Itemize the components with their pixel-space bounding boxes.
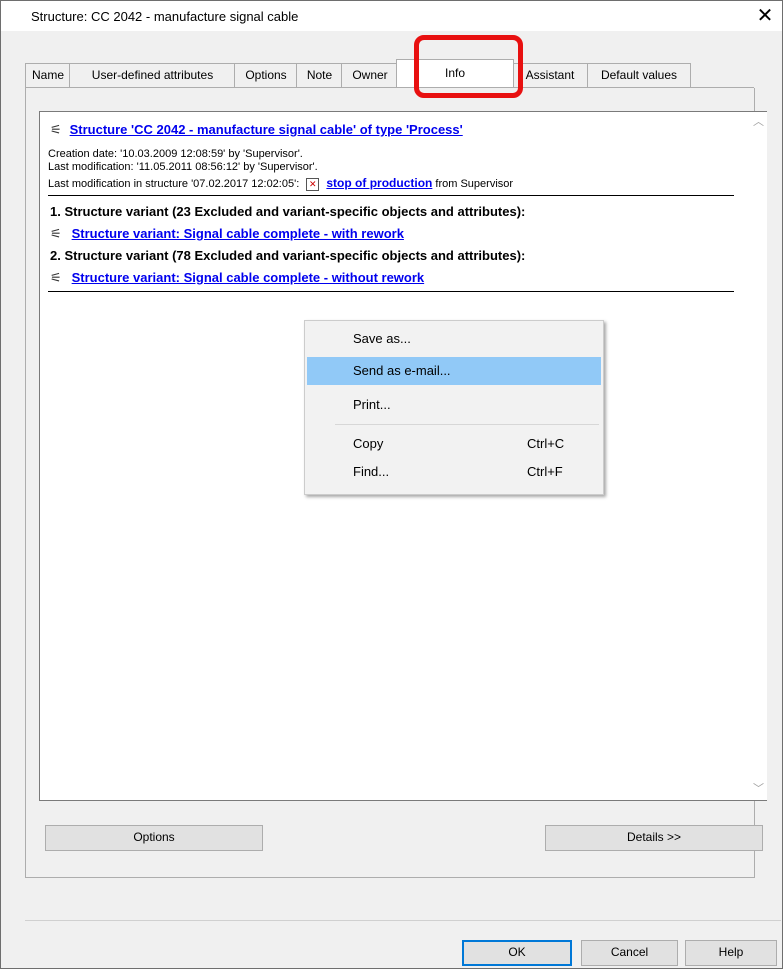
- options-button[interactable]: Options: [45, 825, 263, 851]
- menu-item-print[interactable]: Print...: [307, 391, 601, 419]
- variant1-heading: 1. Structure variant (23 Excluded and va…: [50, 204, 526, 219]
- creation-date-text: Creation date: '10.03.2009 12:08:59' by …: [48, 148, 303, 160]
- footer-separator: [25, 920, 781, 921]
- context-menu: Save as... Send as e-mail... Print... Co…: [304, 320, 604, 495]
- last-modification-structure-line: Last modification in structure '07.02.20…: [48, 176, 513, 191]
- ok-button[interactable]: OK: [462, 940, 572, 966]
- title-bar: Structure: CC 2042 - manufacture signal …: [1, 1, 782, 31]
- tab-options[interactable]: Options: [234, 63, 298, 87]
- last-modification-structure-suffix: from Supervisor: [432, 178, 514, 190]
- variant1-line: ⚟ Structure variant: Signal cable comple…: [50, 226, 404, 242]
- tab-note[interactable]: Note: [296, 63, 343, 87]
- variant2-heading: 2. Structure variant (78 Excluded and va…: [50, 248, 526, 263]
- tab-assistant[interactable]: Assistant: [511, 63, 589, 87]
- help-button[interactable]: Help: [685, 940, 777, 966]
- vertical-scrollbar[interactable]: ︿ ﹀: [750, 112, 767, 800]
- tab-name[interactable]: Name: [25, 63, 71, 87]
- menu-item-label: Save as...: [353, 331, 411, 346]
- variant-icon: ⚟: [50, 270, 62, 285]
- menu-item-copy[interactable]: Copy Ctrl+C: [307, 430, 601, 458]
- structure-dialog: Structure: CC 2042 - manufacture signal …: [0, 0, 783, 969]
- tab-info[interactable]: Info: [396, 59, 514, 87]
- tab-owner[interactable]: Owner: [341, 63, 399, 87]
- details-button[interactable]: Details >>: [545, 825, 763, 851]
- menu-item-label: Find...: [353, 464, 390, 479]
- menu-item-send-as-email[interactable]: Send as e-mail...: [307, 357, 601, 385]
- structure-link[interactable]: Structure 'CC 2042 - manufacture signal …: [70, 122, 463, 137]
- menu-separator: [335, 424, 599, 425]
- header-separator: [48, 195, 734, 196]
- variant2-link[interactable]: Structure variant: Signal cable complete…: [72, 270, 425, 285]
- scroll-down-icon[interactable]: ﹀: [750, 781, 767, 798]
- menu-item-shortcut: Ctrl+F: [527, 464, 563, 479]
- stop-of-production-link[interactable]: stop of production: [326, 176, 432, 190]
- last-modification-text: Last modification: '11.05.2011 08:56:12'…: [48, 161, 318, 173]
- menu-item-label: Copy: [353, 436, 384, 451]
- tab-user-defined-attributes[interactable]: User-defined attributes: [69, 63, 236, 87]
- variant2-line: ⚟ Structure variant: Signal cable comple…: [50, 270, 424, 286]
- scroll-up-icon[interactable]: ︿: [750, 114, 767, 131]
- variant1-link[interactable]: Structure variant: Signal cable complete…: [72, 226, 404, 241]
- menu-item-label: Print...: [353, 397, 391, 412]
- menu-item-find[interactable]: Find... Ctrl+F: [307, 458, 601, 486]
- structure-header-line: ⚟ Structure 'CC 2042 - manufacture signa…: [50, 122, 463, 138]
- variant-icon: ⚟: [50, 226, 62, 241]
- window-title: Structure: CC 2042 - manufacture signal …: [31, 9, 299, 24]
- close-button[interactable]: ✕: [748, 1, 782, 31]
- structure-icon: ⚟: [50, 122, 62, 137]
- menu-item-shortcut: Ctrl+C: [527, 436, 565, 451]
- menu-item-label: Send as e-mail...: [353, 363, 451, 378]
- cancel-button[interactable]: Cancel: [581, 940, 678, 966]
- variants-separator: [48, 291, 734, 292]
- menu-item-save-as[interactable]: Save as...: [307, 325, 601, 353]
- stop-production-icon: ✕: [306, 177, 320, 191]
- last-modification-structure-prefix: Last modification in structure '07.02.20…: [48, 178, 300, 190]
- tab-default-values[interactable]: Default values: [587, 63, 691, 87]
